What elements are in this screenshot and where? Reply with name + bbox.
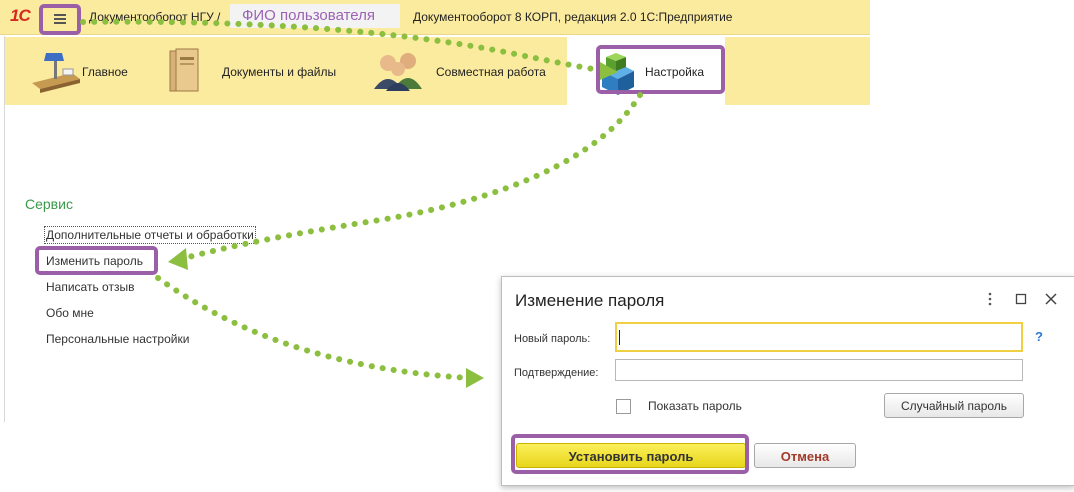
show-password-checkbox[interactable] [616,399,631,414]
confirm-password-label: Подтверждение: [514,367,599,379]
highlight-menu-button [39,4,81,35]
command-personal-settings[interactable]: Персональные настройки [46,332,189,346]
title-text-left: Документооборот НГУ / [89,10,221,24]
close-icon[interactable] [1043,291,1059,307]
command-additional-reports[interactable]: Дополнительные отчеты и обработки [44,226,256,244]
confirm-password-input[interactable] [615,359,1023,381]
command-about-me[interactable]: Обо мне [46,306,94,320]
help-icon[interactable]: ? [1035,329,1043,344]
new-password-label: Новый пароль: [514,333,591,345]
section-label-collaboration: Совместная работа [436,65,546,79]
maximize-icon[interactable] [1013,291,1029,307]
group-title-service: Сервис [25,196,73,212]
cancel-button[interactable]: Отмена [754,443,856,468]
section-documents[interactable]: Документы и файлы [160,37,360,105]
show-password-label[interactable]: Показать пароль [648,399,742,413]
section-label-main: Главное [82,65,128,79]
people-icon [374,53,422,91]
section-collaboration[interactable]: Совместная работа [370,37,570,105]
highlight-settings-section [596,45,725,94]
desk-lamp-icon [32,53,80,93]
new-password-input[interactable] [615,322,1023,352]
section-main[interactable]: Главное [18,37,158,105]
command-write-feedback[interactable]: Написать отзыв [46,280,134,294]
title-text-right: Документооборот 8 КОРП, редакция 2.0 1С:… [413,10,733,24]
random-password-button[interactable]: Случайный пароль [884,393,1024,418]
text-caret [619,330,620,345]
logo-1c: 1С [10,6,31,25]
folders-icon [169,48,199,92]
section-label-documents: Документы и файлы [222,65,337,79]
dialog-title: Изменение пароля [515,291,665,310]
highlight-set-password-button [511,434,749,474]
highlight-change-password [35,246,158,275]
more-options-icon[interactable] [982,291,998,307]
title-bar: 1С Документооборот НГУ / ФИО пользовател… [0,0,870,35]
user-name[interactable]: ФИО пользователя [242,7,375,24]
